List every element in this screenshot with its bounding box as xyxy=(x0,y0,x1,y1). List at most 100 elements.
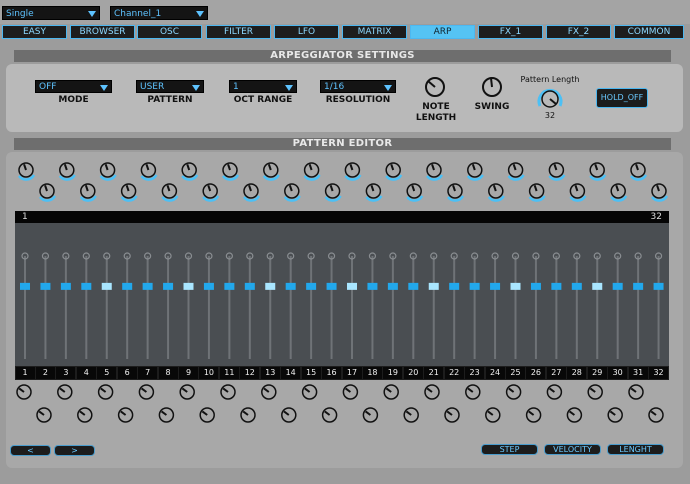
step-knob[interactable] xyxy=(16,384,32,400)
step-slider-handle[interactable] xyxy=(101,282,112,290)
step-slider-handle[interactable] xyxy=(490,282,501,290)
step-knob[interactable] xyxy=(39,183,57,202)
step-knob[interactable] xyxy=(79,183,97,202)
step-knob[interactable] xyxy=(179,384,195,400)
step-slider-handle[interactable] xyxy=(592,282,603,290)
step-knob[interactable] xyxy=(630,162,648,181)
step-knob[interactable] xyxy=(403,407,419,423)
step-knob[interactable] xyxy=(220,384,236,400)
step-knob[interactable] xyxy=(58,162,76,181)
step-knob[interactable] xyxy=(548,162,566,181)
step-knob[interactable] xyxy=(342,384,359,400)
step-slider-handle[interactable] xyxy=(60,282,71,290)
step-slider-handle[interactable] xyxy=(163,282,174,290)
step-knob[interactable] xyxy=(120,183,138,202)
step-slider-handle[interactable] xyxy=(367,282,378,290)
step-slider-handle[interactable] xyxy=(81,282,92,290)
step-knob[interactable] xyxy=(566,407,583,423)
step-knob[interactable] xyxy=(222,162,240,181)
step-knob[interactable] xyxy=(243,183,261,202)
step-knob[interactable] xyxy=(505,384,522,400)
step-slider-handle[interactable] xyxy=(530,282,541,290)
step-knob[interactable] xyxy=(344,162,362,181)
step-knob[interactable] xyxy=(303,162,321,181)
step-knob[interactable] xyxy=(321,407,338,423)
step-knob[interactable] xyxy=(77,407,93,423)
step-knob[interactable] xyxy=(240,407,256,423)
step-slider-handle[interactable] xyxy=(142,282,153,290)
step-knob[interactable] xyxy=(607,407,623,423)
length-button[interactable]: LENGHT xyxy=(607,444,664,455)
step-knob[interactable] xyxy=(465,384,481,400)
step-knob[interactable] xyxy=(466,162,484,181)
step-knob[interactable] xyxy=(385,162,403,181)
step-knob[interactable] xyxy=(283,183,301,202)
step-knob[interactable] xyxy=(57,384,73,400)
step-knob[interactable] xyxy=(426,162,444,181)
step-button[interactable]: STEP xyxy=(481,444,538,455)
step-knob[interactable] xyxy=(648,407,664,423)
step-knob[interactable] xyxy=(507,162,525,181)
step-knob[interactable] xyxy=(324,183,342,202)
step-knob[interactable] xyxy=(99,162,117,181)
step-knob[interactable] xyxy=(589,162,607,181)
step-slider-handle[interactable] xyxy=(551,282,562,290)
step-slider-handle[interactable] xyxy=(428,282,439,290)
step-slider-handle[interactable] xyxy=(408,282,419,290)
step-slider-handle[interactable] xyxy=(40,282,51,290)
next-page-button[interactable]: > xyxy=(54,445,95,456)
step-knob[interactable] xyxy=(161,183,179,202)
step-knob[interactable] xyxy=(36,407,52,423)
step-slider-handle[interactable] xyxy=(449,282,460,290)
step-knob[interactable] xyxy=(444,407,460,423)
prev-page-button[interactable]: < xyxy=(10,445,51,456)
step-knob[interactable] xyxy=(487,183,505,202)
step-knob[interactable] xyxy=(301,384,318,400)
step-knob[interactable] xyxy=(610,183,628,202)
step-knob[interactable] xyxy=(383,384,399,400)
step-knob[interactable] xyxy=(261,384,277,400)
step-slider-handle[interactable] xyxy=(265,282,276,290)
step-knob[interactable] xyxy=(569,183,587,202)
step-knob[interactable] xyxy=(528,183,546,202)
step-knob[interactable] xyxy=(485,407,501,423)
step-knob[interactable] xyxy=(158,407,175,423)
step-knob[interactable] xyxy=(406,183,424,202)
step-knob[interactable] xyxy=(447,183,465,202)
step-slider-handle[interactable] xyxy=(20,282,30,290)
step-slider-handle[interactable] xyxy=(244,282,255,290)
step-knob[interactable] xyxy=(97,384,114,400)
step-slider-handle[interactable] xyxy=(469,282,480,290)
step-slider-handle[interactable] xyxy=(285,282,296,290)
step-knob[interactable] xyxy=(546,384,563,400)
step-knob[interactable] xyxy=(199,407,215,423)
step-knob[interactable] xyxy=(424,384,440,400)
step-knob[interactable] xyxy=(18,162,36,181)
step-knob[interactable] xyxy=(587,384,603,400)
step-slider-handle[interactable] xyxy=(306,282,317,290)
step-knob[interactable] xyxy=(362,407,379,423)
step-slider-handle[interactable] xyxy=(203,282,214,290)
step-slider-handle[interactable] xyxy=(510,282,521,290)
step-knob[interactable] xyxy=(138,384,155,400)
step-knob[interactable] xyxy=(365,183,383,202)
step-knob[interactable] xyxy=(117,407,134,423)
step-slider-handle[interactable] xyxy=(122,282,133,290)
step-slider-handle[interactable] xyxy=(571,282,582,290)
step-knob[interactable] xyxy=(628,384,644,400)
step-knob[interactable] xyxy=(525,407,542,423)
step-knob[interactable] xyxy=(202,183,220,202)
step-slider-handle[interactable] xyxy=(633,282,644,290)
step-slider-handle[interactable] xyxy=(347,282,357,290)
step-slider-handle[interactable] xyxy=(387,282,398,290)
step-knob[interactable] xyxy=(281,407,297,423)
step-slider-handle[interactable] xyxy=(612,282,623,290)
step-knob[interactable] xyxy=(181,162,199,181)
step-knob[interactable] xyxy=(140,162,158,181)
step-slider-handle[interactable] xyxy=(326,282,337,290)
step-slider-handle[interactable] xyxy=(224,282,235,290)
step-slider-handle[interactable] xyxy=(653,282,664,290)
velocity-button[interactable]: VELOCITY xyxy=(544,444,601,455)
step-knob[interactable] xyxy=(262,162,280,181)
step-knob[interactable] xyxy=(651,183,669,202)
